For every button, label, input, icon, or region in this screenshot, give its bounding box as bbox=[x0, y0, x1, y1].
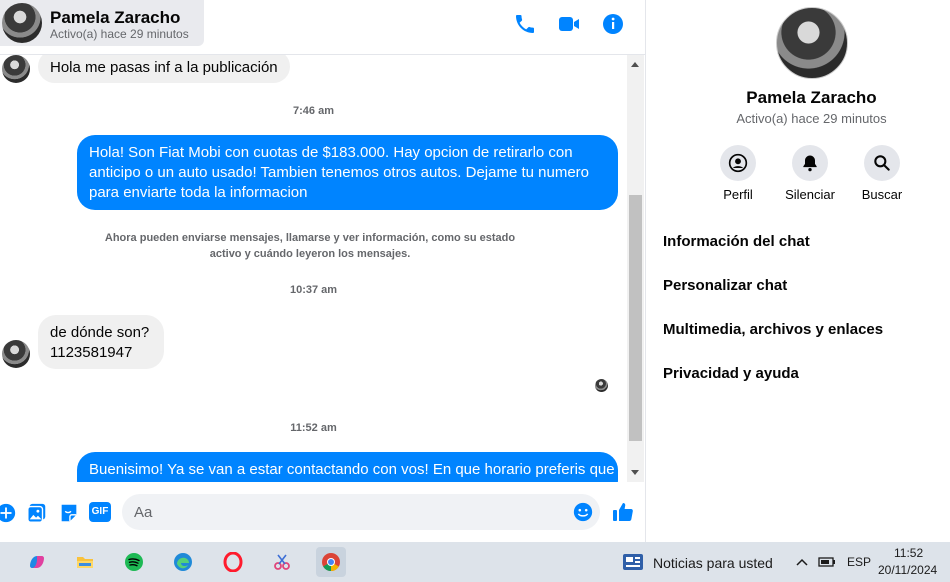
section-label: Privacidad y ayuda bbox=[663, 365, 799, 382]
taskbar-snipping-tool[interactable] bbox=[267, 547, 297, 577]
contact-avatar-small bbox=[2, 55, 30, 83]
profile-button[interactable] bbox=[720, 145, 756, 181]
clock-time[interactable]: 11:52 bbox=[894, 546, 923, 560]
like-icon[interactable] bbox=[611, 500, 635, 524]
contact-avatar-small bbox=[2, 340, 30, 368]
chat-panel: Pamela Zaracho Activo(a) hace 29 minutos… bbox=[0, 0, 645, 542]
spotify-icon bbox=[125, 553, 143, 571]
taskbar-opera[interactable] bbox=[218, 547, 248, 577]
incoming-message[interactable]: Hola me pasas inf a la publicación bbox=[38, 55, 290, 83]
phone-icon[interactable] bbox=[513, 12, 537, 36]
composer-bar: GIF bbox=[0, 482, 645, 542]
windows-taskbar: Noticias para usted ESP 11:52 20/11/2024 bbox=[0, 542, 950, 582]
section-label: Información del chat bbox=[663, 233, 810, 250]
sticker-icon[interactable] bbox=[58, 502, 80, 524]
contact-avatar[interactable] bbox=[2, 3, 42, 43]
section-media-files[interactable]: Multimedia, archivos y enlaces bbox=[663, 321, 950, 345]
mute-button[interactable] bbox=[792, 145, 828, 181]
taskbar-edge[interactable] bbox=[168, 547, 198, 577]
emoji-icon[interactable] bbox=[572, 501, 594, 523]
mute-action-label: Silenciar bbox=[785, 187, 835, 202]
section-chat-info[interactable]: Información del chat bbox=[663, 233, 950, 257]
encryption-notice: Ahora pueden enviarse mensajes, llamarse… bbox=[104, 232, 516, 260]
section-privacy-help[interactable]: Privacidad y ayuda bbox=[663, 365, 950, 389]
video-icon[interactable] bbox=[557, 12, 581, 36]
gif-icon[interactable]: GIF bbox=[89, 502, 111, 522]
contact-name: Pamela Zaracho bbox=[50, 8, 181, 27]
message-timestamp: 11:52 am bbox=[290, 422, 337, 434]
message-scrollbar[interactable] bbox=[627, 55, 644, 482]
profile-action-label: Perfil bbox=[723, 187, 753, 202]
profile-name: Pamela Zaracho bbox=[746, 88, 877, 107]
search-action[interactable]: Buscar bbox=[852, 145, 912, 202]
taskbar-chrome[interactable] bbox=[316, 547, 346, 577]
contact-header-button[interactable]: Pamela Zaracho Activo(a) hace 29 minutos bbox=[0, 0, 204, 46]
profile-icon bbox=[728, 153, 748, 173]
taskbar-spotify[interactable] bbox=[119, 547, 149, 577]
battery-icon[interactable] bbox=[818, 555, 836, 569]
message-line: de dónde son? bbox=[50, 324, 150, 341]
section-label: Personalizar chat bbox=[663, 277, 788, 294]
chat-header: Pamela Zaracho Activo(a) hace 29 minutos bbox=[0, 0, 645, 55]
outgoing-message[interactable]: Buenisimo! Ya se van a estar contactando… bbox=[77, 452, 618, 482]
message-timestamp: 10:37 am bbox=[289, 284, 338, 296]
clock-date[interactable]: 20/11/2024 bbox=[878, 563, 937, 577]
chevron-up-icon[interactable] bbox=[795, 556, 809, 568]
profile-status: Activo(a) hace 29 minutos bbox=[736, 111, 887, 126]
search-action-label: Buscar bbox=[861, 187, 903, 202]
profile-avatar[interactable] bbox=[776, 7, 848, 79]
opera-icon bbox=[223, 552, 243, 572]
search-icon bbox=[874, 155, 890, 171]
section-customize-chat[interactable]: Personalizar chat bbox=[663, 277, 950, 301]
outgoing-message[interactable]: Hola! Son Fiat Mobi con cuotas de $183.0… bbox=[77, 135, 618, 210]
snipping-tool-icon bbox=[274, 554, 290, 570]
edge-icon bbox=[174, 553, 192, 571]
profile-action[interactable]: Perfil bbox=[708, 145, 768, 202]
chrome-icon bbox=[322, 553, 340, 571]
message-timestamp: 7:46 am bbox=[293, 105, 334, 117]
message-line: 1123581947 bbox=[50, 344, 133, 361]
file-explorer-icon bbox=[77, 557, 93, 568]
language-indicator[interactable]: ESP bbox=[847, 555, 871, 569]
message-input-container[interactable] bbox=[122, 494, 600, 530]
contact-status: Activo(a) hace 29 minutos bbox=[50, 27, 189, 41]
copilot-icon bbox=[30, 556, 44, 568]
plus-icon[interactable] bbox=[0, 502, 17, 524]
message-input[interactable] bbox=[134, 502, 554, 522]
message-list[interactable]: Hola me pasas inf a la publicación 7:46 … bbox=[0, 55, 627, 482]
image-icon[interactable] bbox=[26, 502, 48, 524]
scroll-up-arrow-icon[interactable] bbox=[631, 62, 639, 67]
info-icon[interactable] bbox=[601, 12, 625, 36]
taskbar-file-explorer[interactable] bbox=[70, 547, 100, 577]
seen-indicator-avatar bbox=[595, 379, 608, 392]
scroll-down-arrow-icon[interactable] bbox=[631, 470, 639, 475]
search-button[interactable] bbox=[864, 145, 900, 181]
taskbar-copilot[interactable] bbox=[22, 547, 52, 577]
section-label: Multimedia, archivos y enlaces bbox=[663, 321, 884, 338]
bell-icon bbox=[803, 155, 817, 172]
scroll-thumb[interactable] bbox=[629, 195, 642, 441]
conversation-info-panel: Pamela Zaracho Activo(a) hace 29 minutos… bbox=[645, 0, 950, 542]
mute-action[interactable]: Silenciar bbox=[780, 145, 840, 202]
incoming-message[interactable]: de dónde son? 1123581947 bbox=[38, 315, 164, 369]
news-widget-label[interactable]: Noticias para usted bbox=[653, 555, 773, 571]
news-widget-icon[interactable] bbox=[622, 553, 644, 571]
messenger-window: Pamela Zaracho Activo(a) hace 29 minutos… bbox=[0, 0, 950, 542]
